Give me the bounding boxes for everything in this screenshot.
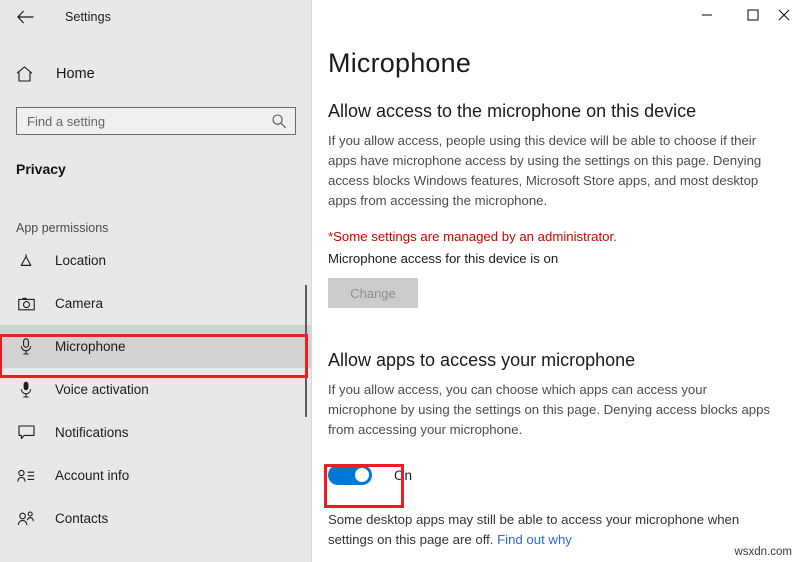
settings-window: Settings Home Privacy App permissions <box>0 0 800 562</box>
sidebar-item-home-label: Home <box>56 66 95 82</box>
camera-icon <box>16 297 36 311</box>
home-icon <box>16 66 38 82</box>
sidebar-section-title: Privacy <box>16 161 66 177</box>
change-button[interactable]: Change <box>328 278 418 308</box>
sidebar-item-voice-activation-label: Voice activation <box>55 382 149 397</box>
voice-activation-icon <box>16 381 36 398</box>
notifications-icon <box>16 425 36 440</box>
sidebar-item-notifications-label: Notifications <box>55 425 129 440</box>
sidebar-item-account-info-label: Account info <box>55 468 130 483</box>
sidebar-item-notifications[interactable]: Notifications <box>0 411 312 454</box>
watermark: wsxdn.com <box>734 546 792 558</box>
maximize-icon <box>747 9 759 21</box>
microphone-icon <box>16 338 36 355</box>
device-access-status: Microphone access for this device is on <box>328 251 559 266</box>
page-title: Microphone <box>328 48 472 78</box>
sidebar-item-camera[interactable]: Camera <box>0 282 312 325</box>
maximize-button[interactable] <box>730 0 776 30</box>
sidebar-group-label: App permissions <box>16 221 109 235</box>
apps-access-toggle-row: On <box>328 462 412 488</box>
account-info-icon <box>16 469 36 483</box>
location-icon <box>16 253 36 269</box>
device-section-description: If you allow access, people using this d… <box>328 133 762 208</box>
sidebar-scrollbar[interactable] <box>305 285 307 417</box>
back-arrow-icon <box>16 10 33 23</box>
sidebar-item-voice-activation[interactable]: Voice activation <box>0 368 312 411</box>
sidebar-item-microphone-label: Microphone <box>55 339 126 354</box>
close-button[interactable] <box>776 0 800 30</box>
device-section-heading: Allow access to the microphone on this d… <box>328 101 697 121</box>
back-button[interactable] <box>10 4 40 30</box>
window-title: Settings <box>65 9 111 24</box>
admin-managed-note: *Some settings are managed by an adminis… <box>328 229 617 244</box>
sidebar-item-microphone[interactable]: Microphone <box>0 325 312 368</box>
sidebar-item-account-info[interactable]: Account info <box>0 454 312 497</box>
main-content: Microphone Allow access to the microphon… <box>312 0 800 562</box>
search-box[interactable] <box>16 107 296 135</box>
window-controls <box>684 0 800 30</box>
sidebar-item-camera-label: Camera <box>55 296 104 311</box>
sidebar-nav-list: Location Camera Microphone Voice activat… <box>0 239 312 540</box>
sidebar-item-home[interactable]: Home <box>0 57 312 91</box>
sidebar-item-location-label: Location <box>55 253 107 268</box>
sidebar-item-contacts-label: Contacts <box>55 511 109 526</box>
toggle-knob <box>355 468 369 482</box>
apps-access-toggle-label: On <box>394 467 413 483</box>
find-out-why-link[interactable]: Find out why <box>497 532 572 547</box>
sidebar-item-contacts[interactable]: Contacts <box>0 497 312 540</box>
contacts-icon <box>16 511 36 526</box>
minimize-icon <box>702 14 712 16</box>
apps-access-toggle[interactable] <box>328 465 372 485</box>
close-icon <box>778 9 790 21</box>
sidebar: Settings Home Privacy App permissions <box>0 0 312 562</box>
apps-section-description: If you allow access, you can choose whic… <box>328 382 771 437</box>
search-input[interactable] <box>27 113 271 129</box>
minimize-button[interactable] <box>684 0 730 30</box>
title-bar: Settings <box>0 0 312 33</box>
sidebar-item-location[interactable]: Location <box>0 239 312 282</box>
desktop-apps-note: Some desktop apps may still be able to a… <box>328 510 778 550</box>
apps-section-heading: Allow apps to access your microphone <box>328 350 636 370</box>
search-icon[interactable] <box>271 113 287 129</box>
